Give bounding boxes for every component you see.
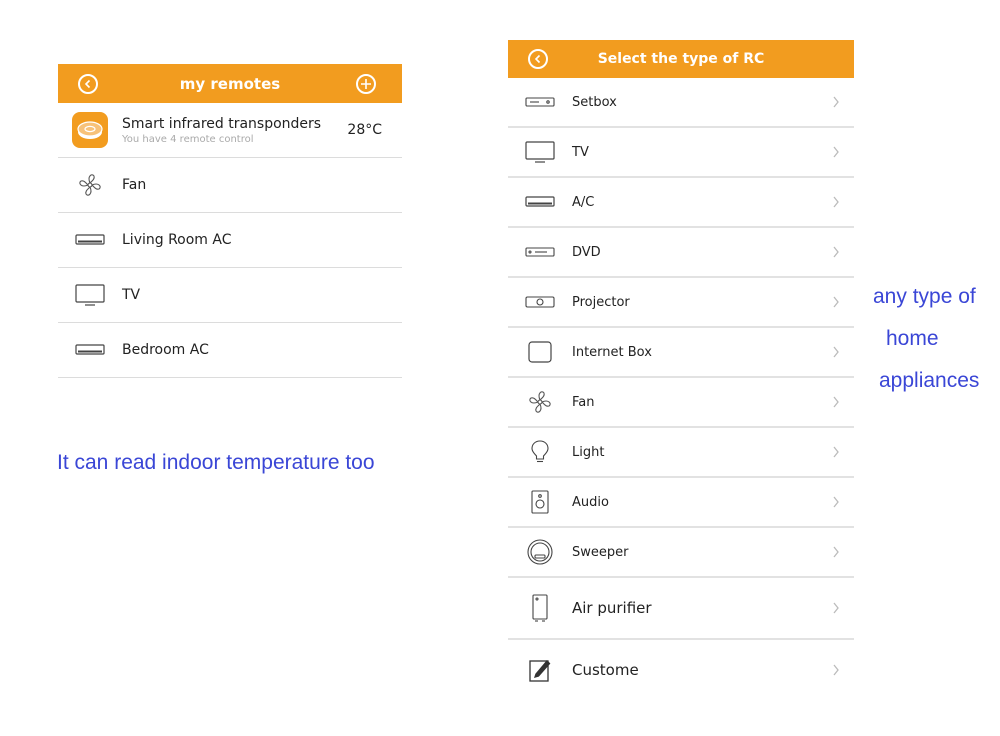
rc-type-audio[interactable]: Audio	[508, 478, 854, 528]
rc-type-label: Setbox	[572, 94, 617, 110]
remote-label: Bedroom AC	[122, 342, 209, 358]
tv-icon	[75, 284, 105, 306]
chevron-right-icon	[833, 396, 839, 408]
rc-type-dvd[interactable]: DVD	[508, 228, 854, 278]
back-button[interactable]	[78, 73, 98, 94]
appliances-caption-line-3: appliances	[879, 369, 980, 392]
rc-type-label: Air purifier	[572, 599, 652, 617]
light-bulb-icon	[531, 440, 549, 463]
rc-type-internet-box[interactable]: Internet Box	[508, 328, 854, 378]
select-rc-header: Select the type of RC	[508, 40, 854, 78]
transponder-name: Smart infrared transponders	[122, 115, 322, 132]
chevron-right-icon	[833, 246, 839, 258]
fan-icon	[79, 174, 101, 196]
ac-icon	[75, 344, 105, 355]
chevron-right-icon	[833, 546, 839, 558]
robot-vacuum-icon	[527, 539, 553, 565]
remote-label: TV	[122, 287, 141, 303]
rc-type-projector[interactable]: Projector	[508, 278, 854, 328]
remote-item-tv[interactable]: TV	[58, 268, 402, 323]
ac-icon	[525, 196, 555, 207]
remote-item-living-room-ac[interactable]: Living Room AC	[58, 213, 402, 268]
rc-type-label: DVD	[572, 244, 601, 260]
tv-icon	[525, 141, 555, 163]
remote-item-bedroom-ac[interactable]: Bedroom AC	[58, 323, 402, 378]
rc-type-label: Sweeper	[572, 544, 629, 560]
transponder-item[interactable]: Smart infrared transponders You have 4 r…	[58, 103, 402, 158]
my-remotes-screen: my remotes Smart infrared transponders Y…	[58, 64, 402, 378]
chevron-left-icon	[534, 54, 541, 64]
appliances-caption-line-1: any type of	[873, 285, 976, 308]
rc-type-fan[interactable]: Fan	[508, 378, 854, 428]
rc-type-label: Fan	[572, 394, 595, 410]
my-remotes-header: my remotes	[58, 64, 402, 103]
rc-type-label: Custome	[572, 661, 639, 679]
remote-item-fan[interactable]: Fan	[58, 158, 402, 213]
transponder-icon	[72, 112, 108, 148]
chevron-right-icon	[833, 446, 839, 458]
rc-type-label: A/C	[572, 194, 595, 210]
appliances-caption-line-2: home	[886, 327, 939, 350]
dvd-icon	[525, 247, 555, 257]
chevron-left-icon	[84, 79, 91, 88]
chevron-right-icon	[833, 196, 839, 208]
chevron-right-icon	[833, 96, 839, 108]
rc-type-label: TV	[572, 144, 589, 160]
plus-icon	[361, 78, 371, 89]
select-rc-type-screen: Select the type of RC Setbox TV A/C DVD …	[508, 40, 854, 700]
page-title: my remotes	[179, 74, 281, 93]
chevron-right-icon	[833, 496, 839, 508]
rc-type-label: Internet Box	[572, 344, 652, 360]
rc-type-label: Light	[572, 444, 605, 460]
rc-type-air-purifier[interactable]: Air purifier	[508, 578, 854, 640]
air-purifier-icon	[532, 594, 548, 622]
fan-icon	[529, 391, 551, 413]
add-remote-button[interactable]	[356, 73, 376, 94]
rc-type-label: Audio	[572, 494, 609, 510]
projector-icon	[525, 296, 555, 308]
rc-type-light[interactable]: Light	[508, 428, 854, 478]
rc-type-setbox[interactable]: Setbox	[508, 78, 854, 128]
chevron-right-icon	[833, 146, 839, 158]
chevron-right-icon	[833, 346, 839, 358]
indoor-temperature: 28°C	[347, 122, 382, 138]
chevron-right-icon	[833, 602, 839, 614]
rc-type-tv[interactable]: TV	[508, 128, 854, 178]
remote-label: Living Room AC	[122, 232, 232, 248]
internet-box-icon	[528, 341, 552, 363]
edit-icon	[529, 660, 551, 682]
back-button[interactable]	[528, 49, 548, 69]
chevron-right-icon	[833, 296, 839, 308]
temperature-caption: It can read indoor temperature too	[57, 451, 375, 474]
transponder-subtitle: You have 4 remote control	[122, 133, 254, 145]
remote-label: Fan	[122, 177, 147, 193]
rc-type-sweeper[interactable]: Sweeper	[508, 528, 854, 578]
rc-type-label: Projector	[572, 294, 630, 310]
rc-type-custome[interactable]: Custome	[508, 640, 854, 700]
ac-icon	[75, 234, 105, 245]
rc-type-ac[interactable]: A/C	[508, 178, 854, 228]
setbox-icon	[525, 97, 555, 107]
page-title: Select the type of RC	[597, 51, 765, 67]
speaker-icon	[531, 490, 549, 514]
chevron-right-icon	[833, 664, 839, 676]
